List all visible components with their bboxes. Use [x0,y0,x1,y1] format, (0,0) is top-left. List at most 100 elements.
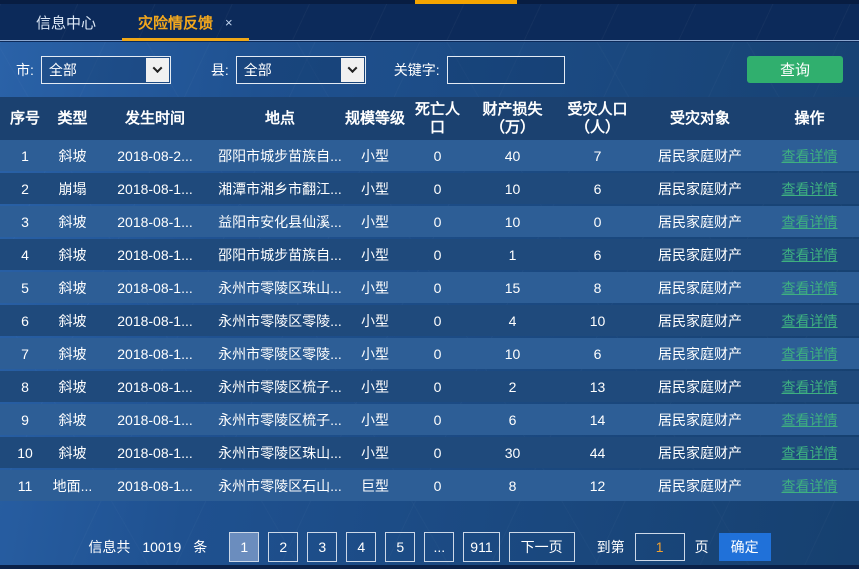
table-cell: 0 [405,214,470,230]
view-details-link[interactable]: 查看详情 [760,212,859,232]
table-cell: 9 [0,412,50,428]
table-cell: 4 [0,247,50,263]
tab-info-center[interactable]: 信息中心 [20,4,112,40]
page-button-2[interactable]: 2 [268,532,298,562]
confirm-button[interactable]: 确定 [719,533,771,561]
column-header-location: 地点 [215,110,345,127]
table-cell: 12 [555,478,640,494]
table-cell: 居民家庭财产 [640,278,760,298]
table-cell: 居民家庭财产 [640,377,760,397]
table-cell: 永州市零陵区零陵... [215,311,345,331]
table-cell: 斜坡 [50,245,95,265]
table-row: 5斜坡2018-08-1...永州市零陵区珠山...小型0158居民家庭财产查看… [0,272,859,303]
view-details-link[interactable]: 查看详情 [760,476,859,496]
table-cell: 邵阳市城步苗族自... [215,146,345,166]
table-cell: 0 [405,412,470,428]
view-details-link[interactable]: 查看详情 [760,410,859,430]
table-cell: 居民家庭财产 [640,344,760,364]
view-details-link[interactable]: 查看详情 [760,146,859,166]
table-cell: 永州市零陵区零陵... [215,344,345,364]
bottom-strip [0,565,859,569]
table-cell: 8 [555,280,640,296]
table-cell: 0 [405,445,470,461]
table-cell: 13 [555,379,640,395]
page-button-1[interactable]: 1 [229,532,259,562]
table-cell: 居民家庭财产 [640,443,760,463]
table-row: 9斜坡2018-08-1...永州市零陵区梳子...小型0614居民家庭财产查看… [0,404,859,435]
table-cell: 2 [0,181,50,197]
column-header-type: 类型 [50,110,95,127]
table-cell: 小型 [345,377,405,397]
table-cell: 10 [470,346,555,362]
goto-page-input[interactable] [635,533,685,561]
city-select[interactable]: 全部 [41,56,171,84]
view-details-link[interactable]: 查看详情 [760,377,859,397]
table-cell: 居民家庭财产 [640,179,760,199]
close-icon[interactable]: × [225,16,233,29]
search-button[interactable]: 查询 [747,56,843,83]
table-cell: 永州市零陵区珠山... [215,278,345,298]
county-select-value: 全部 [237,60,341,80]
table-cell: 斜坡 [50,278,95,298]
table-cell: 40 [470,148,555,164]
county-select[interactable]: 全部 [236,56,366,84]
table-cell: 6 [555,247,640,263]
table-cell: 居民家庭财产 [640,476,760,496]
tab-disaster-feedback[interactable]: 灾险情反馈 × [122,4,249,40]
view-details-link[interactable]: 查看详情 [760,278,859,298]
page-button-5[interactable]: 5 [385,532,415,562]
table-cell: 地面... [50,476,95,496]
table-cell: 2018-08-2... [95,148,215,164]
table-cell: 永州市零陵区石山... [215,476,345,496]
table-cell: 永州市零陵区珠山... [215,443,345,463]
column-header-deaths: 死亡人 口 [405,101,470,136]
next-page-button[interactable]: 下一页 [509,532,575,562]
table-cell: 2018-08-1... [95,247,215,263]
table-cell: 6 [555,181,640,197]
column-header-affected-object: 受灾对象 [640,110,760,127]
page-button-3[interactable]: 3 [307,532,337,562]
table-body: 1斜坡2018-08-2...邵阳市城步苗族自...小型0407居民家庭财产查看… [0,140,859,501]
view-details-link[interactable]: 查看详情 [760,443,859,463]
goto-page-group: 到第 页 确定 [597,533,771,561]
table-cell: 永州市零陵区梳子... [215,410,345,430]
page-buttons: 12345... 911 [229,532,499,562]
table-cell: 斜坡 [50,443,95,463]
table-cell: 2018-08-1... [95,313,215,329]
table-cell: 1 [470,247,555,263]
keyword-input[interactable] [447,56,565,84]
table-row: 10斜坡2018-08-1...永州市零陵区珠山...小型03044居民家庭财产… [0,437,859,468]
page-button-...[interactable]: ... [424,532,454,562]
table-cell: 2 [470,379,555,395]
page-button-911[interactable]: 911 [463,532,499,562]
table-cell: 0 [405,280,470,296]
table-cell: 居民家庭财产 [640,245,760,265]
table-cell: 小型 [345,278,405,298]
table-cell: 0 [405,247,470,263]
goto-suffix-label: 页 [695,537,709,557]
table-cell: 10 [0,445,50,461]
page-button-4[interactable]: 4 [346,532,376,562]
table-cell: 湘潭市湘乡市翻江... [215,179,345,199]
table-row: 11地面...2018-08-1...永州市零陵区石山...巨型0812居民家庭… [0,470,859,501]
table-cell: 8 [470,478,555,494]
table-row: 7斜坡2018-08-1...永州市零陵区零陵...小型0106居民家庭财产查看… [0,338,859,369]
filter-bar: 市: 全部 县: 全部 关键字: 查询 [0,42,859,97]
table-cell: 小型 [345,212,405,232]
table-cell: 3 [0,214,50,230]
view-details-link[interactable]: 查看详情 [760,311,859,331]
table-row: 8斜坡2018-08-1...永州市零陵区梳子...小型0213居民家庭财产查看… [0,371,859,402]
table-cell: 小型 [345,179,405,199]
table-cell: 斜坡 [50,410,95,430]
column-header-time: 发生时间 [95,110,215,127]
column-header-affected-population: 受灾人口 （人） [555,101,640,136]
chevron-down-icon [146,58,169,82]
table-cell: 小型 [345,245,405,265]
view-details-link[interactable]: 查看详情 [760,179,859,199]
table-cell: 斜坡 [50,377,95,397]
view-details-link[interactable]: 查看详情 [760,245,859,265]
table-cell: 永州市零陵区梳子... [215,377,345,397]
table-cell: 10 [470,214,555,230]
table-cell: 小型 [345,410,405,430]
view-details-link[interactable]: 查看详情 [760,344,859,364]
